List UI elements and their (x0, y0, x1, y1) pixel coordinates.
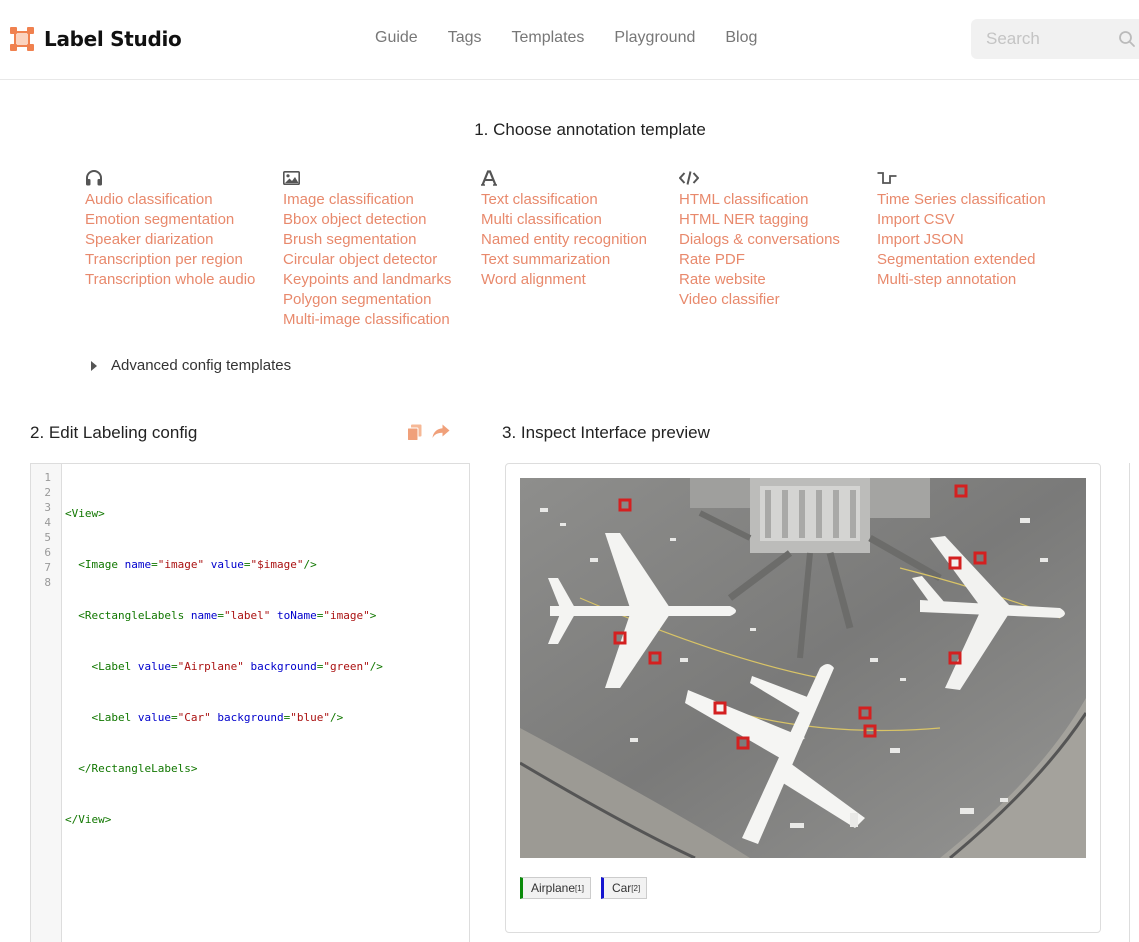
code-icon (679, 171, 699, 185)
label-studio-logo-icon (10, 27, 34, 51)
interface-preview: Airplane [1] Car [2] (505, 463, 1101, 933)
search-box (971, 19, 1139, 59)
template-link[interactable]: Named entity recognition (481, 230, 679, 250)
search-icon[interactable] (1118, 30, 1136, 48)
other-templates: Time Series classification Import CSV Im… (877, 168, 1075, 330)
template-link[interactable]: Multi-image classification (283, 310, 481, 330)
code-line: <Label value="Airplane" background="gree… (65, 660, 383, 673)
right-divider (1129, 463, 1130, 942)
template-columns: Audio classification Emotion segmentatio… (85, 168, 1075, 330)
template-link[interactable]: Circular object detector (283, 250, 481, 270)
template-link[interactable]: Transcription whole audio (85, 270, 283, 290)
template-link[interactable]: Multi-step annotation (877, 270, 1075, 290)
signal-icon (877, 172, 897, 184)
template-link[interactable]: Polygon segmentation (283, 290, 481, 310)
main-nav: Guide Tags Templates Playground Blog (375, 29, 787, 47)
template-link[interactable]: Multi classification (481, 210, 679, 230)
code-content[interactable]: <View> <Image name="image" value="$image… (65, 470, 383, 914)
template-link[interactable]: Emotion segmentation (85, 210, 283, 230)
template-link[interactable]: Segmentation extended (877, 250, 1075, 270)
html-templates: HTML classification HTML NER tagging Dia… (679, 168, 877, 330)
nav-blog[interactable]: Blog (725, 29, 757, 47)
template-link[interactable]: Text summarization (481, 250, 679, 270)
template-link[interactable]: Import JSON (877, 230, 1075, 250)
template-link[interactable]: Image classification (283, 190, 481, 210)
logo-text: Label Studio (44, 27, 182, 51)
code-line: </RectangleLabels> (65, 762, 198, 775)
logo[interactable]: Label Studio (10, 27, 182, 51)
nav-guide[interactable]: Guide (375, 29, 418, 47)
text-templates: Text classification Multi classification… (481, 168, 679, 330)
headphones-icon (86, 170, 102, 186)
label-airplane-text: Airplane (531, 881, 576, 895)
template-link[interactable]: Speaker diarization (85, 230, 283, 250)
template-link[interactable]: Audio classification (85, 190, 283, 210)
image-icon (283, 171, 300, 185)
text-icon (481, 170, 497, 186)
line-number: 5 (44, 531, 51, 544)
audio-templates: Audio classification Emotion segmentatio… (85, 168, 283, 330)
code-line: <View> (65, 507, 105, 520)
label-car-text: Car (611, 881, 632, 895)
label-buttons: Airplane [1] Car [2] (520, 877, 648, 899)
template-link[interactable]: Bbox object detection (283, 210, 481, 230)
label-airplane[interactable]: Airplane [1] (520, 877, 591, 899)
line-number-gutter: 1 2 3 4 5 6 7 8 (31, 464, 62, 942)
code-line: <Image name="image" value="$image"/> (65, 558, 317, 571)
line-number: 7 (44, 561, 51, 574)
label-car[interactable]: Car [2] (600, 877, 648, 899)
nav-tags[interactable]: Tags (448, 29, 482, 47)
copy-icon[interactable] (407, 424, 422, 441)
template-link[interactable]: Rate PDF (679, 250, 877, 270)
template-link[interactable]: Rate website (679, 270, 877, 290)
line-number: 8 (44, 576, 51, 589)
nav-playground[interactable]: Playground (614, 29, 695, 47)
line-number: 1 (44, 471, 51, 484)
nav-templates[interactable]: Templates (512, 29, 585, 47)
code-line: </View> (65, 813, 112, 826)
label-airplane-hotkey: [1] (575, 883, 584, 893)
preview-heading: 3. Inspect Interface preview (502, 423, 710, 442)
code-editor[interactable]: 1 2 3 4 5 6 7 8 <View> <Image name="imag… (30, 463, 470, 942)
template-link[interactable]: Brush segmentation (283, 230, 481, 250)
label-car-hotkey: [2] (631, 883, 641, 893)
code-line: <Label value="Car" background="blue"/> (65, 711, 344, 724)
template-link[interactable]: HTML classification (679, 190, 877, 210)
caret-right-icon (91, 360, 97, 371)
template-link[interactable]: Import CSV (877, 210, 1075, 230)
line-number: 4 (44, 516, 51, 529)
line-number: 2 (44, 486, 51, 499)
line-number: 3 (44, 501, 51, 514)
airport-aerial-image[interactable] (520, 478, 1086, 858)
edit-config-heading: 2. Edit Labeling config (30, 423, 198, 442)
editor-toolbar (407, 424, 450, 441)
template-link[interactable]: Dialogs & conversations (679, 230, 877, 250)
share-icon[interactable] (432, 424, 450, 439)
choose-template-heading: 1. Choose annotation template (474, 120, 706, 139)
template-link[interactable]: Transcription per region (85, 250, 283, 270)
advanced-config-toggle[interactable]: Advanced config templates (91, 357, 291, 374)
template-link[interactable]: Video classifier (679, 290, 877, 310)
top-header: Label Studio Guide Tags Templates Playgr… (0, 0, 1139, 80)
line-number: 6 (44, 546, 51, 559)
template-link[interactable]: Keypoints and landmarks (283, 270, 481, 290)
code-line: <RectangleLabels name="label" toName="im… (65, 609, 377, 622)
image-templates: Image classification Bbox object detecti… (283, 168, 481, 330)
advanced-config-label: Advanced config templates (111, 357, 292, 374)
template-link[interactable]: HTML NER tagging (679, 210, 877, 230)
template-link[interactable]: Text classification (481, 190, 679, 210)
search-input[interactable] (986, 29, 1116, 49)
template-link[interactable]: Word alignment (481, 270, 679, 290)
template-link[interactable]: Time Series classification (877, 190, 1075, 210)
